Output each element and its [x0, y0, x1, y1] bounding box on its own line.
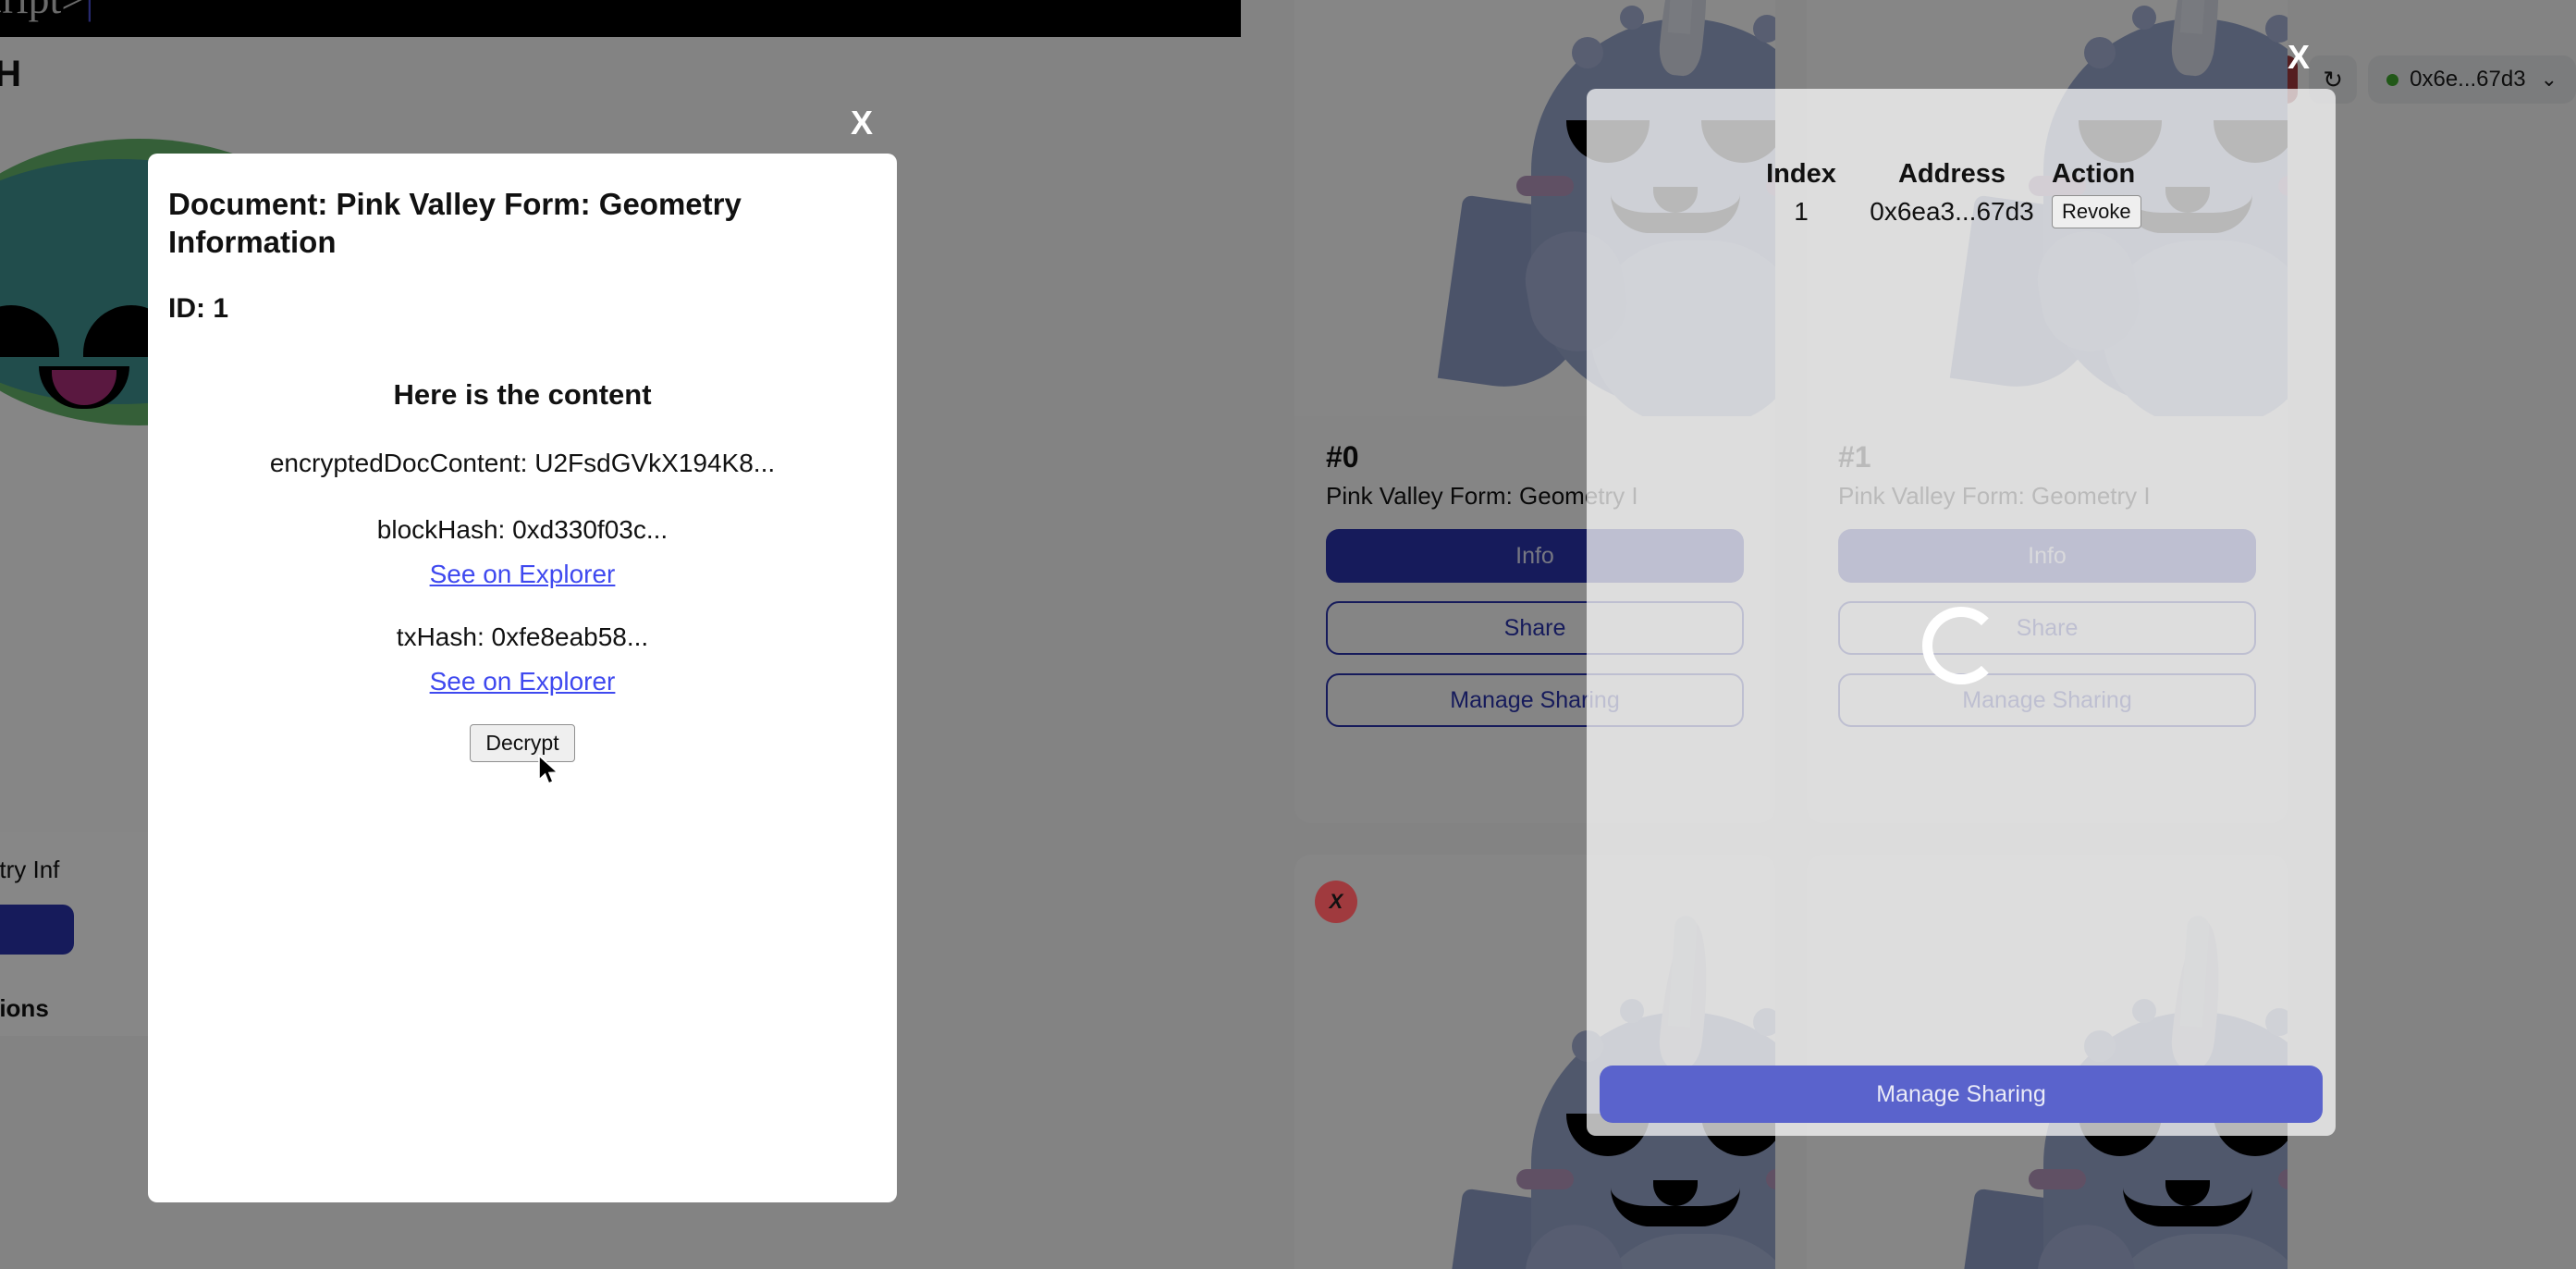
- document-info-modal: Document: Pink Valley Form: Geometry Inf…: [148, 154, 897, 1202]
- decrypt-button-wrap: Decrypt: [168, 723, 877, 762]
- table-row: 1 0x6ea3...67d3 Revoke: [1750, 195, 2172, 228]
- cell-action: Revoke: [2052, 195, 2172, 228]
- block-explorer-link[interactable]: See on Explorer: [168, 560, 877, 589]
- tx-explorer-link[interactable]: See on Explorer: [168, 667, 877, 696]
- content-heading: Here is the content: [393, 377, 652, 411]
- loading-spinner-icon: [1922, 607, 2000, 684]
- tx-hash: txHash: 0xfe8eab58...: [396, 622, 649, 651]
- manage-sharing-submit-button[interactable]: Manage Sharing: [1600, 1066, 2323, 1123]
- revoked-badge-icon[interactable]: X: [1315, 881, 1357, 923]
- document-id: ID: 1: [168, 292, 229, 324]
- sharing-table: Index Address Action 1 0x6ea3...67d3 Rev…: [1587, 159, 2336, 228]
- revoke-button[interactable]: Revoke: [2052, 195, 2141, 228]
- cell-index: 1: [1794, 197, 1809, 226]
- encrypted-doc-content: encryptedDocContent: U2FsdGVkX194K8...: [269, 448, 776, 477]
- cell-address: 0x6ea3...67d3: [1870, 197, 2034, 226]
- close-icon-sharing-modal[interactable]: X: [2288, 41, 2310, 74]
- column-header-index: Index: [1766, 159, 1836, 189]
- table-header-row: Index Address Action: [1750, 159, 2172, 195]
- column-header-address: Address: [1897, 159, 2006, 189]
- screen-root: cript>| ETH X ↻ 0x6e...67d3 ⌄ it works ?…: [0, 0, 2576, 1269]
- column-header-action: Action: [2052, 159, 2136, 189]
- document-modal-title: Document: Pink Valley Form: Geometry Inf…: [168, 187, 742, 260]
- close-icon-document-modal[interactable]: X: [851, 106, 873, 140]
- block-hash: blockHash: 0xd330f03c...: [376, 514, 669, 544]
- manage-sharing-modal: Index Address Action 1 0x6ea3...67d3 Rev…: [1587, 89, 2336, 1136]
